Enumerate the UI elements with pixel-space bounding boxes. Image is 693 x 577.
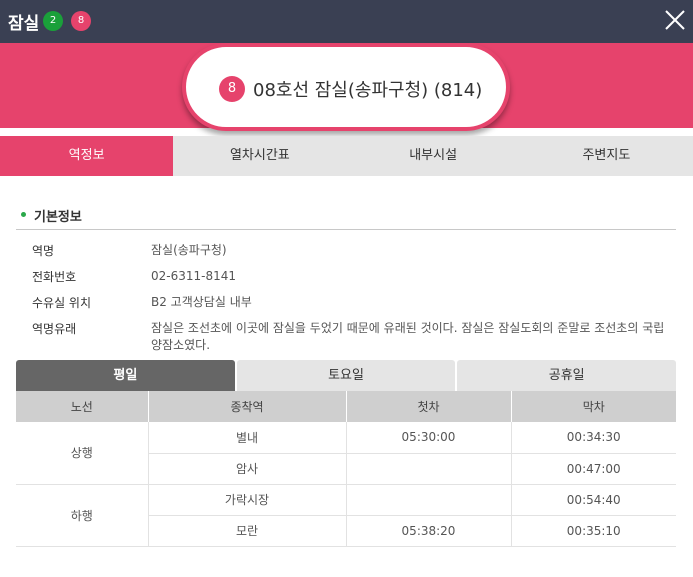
station-header-banner: 8 08호선 잠실(송파구청) (814) (0, 43, 693, 131)
info-row-nursing-room: 수유실 위치 B2 고객상담실 내부 (32, 294, 672, 320)
line-8-badge: 8 (71, 11, 91, 31)
column-header: 노선 (16, 391, 149, 422)
station-title: 잠실 (8, 14, 40, 34)
last-train-cell: 00:54:40 (511, 484, 676, 516)
first-train-cell: 05:38:20 (346, 515, 512, 547)
table-row: 상행 별내 05:30:00 00:34:30 (16, 422, 676, 485)
main-tabs: 역정보 열차시간표 내부시설 주변지도 (0, 136, 693, 176)
terminal-cell: 가락시장 (148, 484, 347, 516)
tab-weekday[interactable]: 평일 (16, 360, 235, 391)
last-train-cell: 00:34:30 (511, 422, 676, 454)
first-train-cell (346, 453, 512, 485)
last-train-cell: 00:47:00 (511, 453, 676, 485)
tab-timetable[interactable]: 열차시간표 (173, 136, 347, 176)
info-value: 02-6311-8141 (151, 269, 237, 283)
direction-cell: 상행 (16, 422, 149, 485)
tab-station-info[interactable]: 역정보 (0, 136, 174, 176)
day-tabs: 평일 토요일 공휴일 (16, 360, 677, 391)
direction-cell: 하행 (16, 484, 149, 547)
column-header: 첫차 (346, 391, 512, 422)
table-header-row: 노선 종착역 첫차 막차 (16, 391, 676, 422)
station-name-pill: 8 08호선 잠실(송파구청) (814) (182, 43, 510, 131)
info-value: B2 고객상담실 내부 (151, 295, 252, 309)
info-list: 역명 잠실(송파구청) 전화번호 02-6311-8141 수유실 위치 B2 … (32, 242, 672, 356)
info-value: 잠실은 조선초에 이곳에 잠실을 두었기 때문에 유래된 것이다. 잠실은 잠실… (151, 321, 665, 352)
column-header: 막차 (511, 391, 676, 422)
tab-saturday[interactable]: 토요일 (236, 360, 456, 391)
info-row-name-origin: 역명유래 잠실은 조선초에 이곳에 잠실을 두었기 때문에 유래된 것이다. 잠… (32, 320, 672, 356)
line-8-badge: 8 (219, 76, 245, 102)
info-label: 전화번호 (32, 270, 77, 284)
line-2-badge: 2 (43, 11, 63, 31)
table-row: 하행 가락시장 00:54:40 (16, 484, 676, 547)
bullet-icon (21, 212, 26, 217)
first-train-cell (346, 484, 512, 516)
station-full-name: 08호선 잠실(송파구청) (814) (253, 80, 483, 101)
section-basic-info: 기본정보 (16, 200, 676, 230)
terminal-cell: 암사 (148, 453, 347, 485)
last-train-cell: 00:35:10 (511, 515, 676, 547)
info-row-name: 역명 잠실(송파구청) (32, 242, 672, 268)
info-label: 역명 (32, 244, 55, 258)
info-value: 잠실(송파구청) (151, 243, 227, 257)
close-icon[interactable] (663, 8, 687, 32)
terminal-cell: 모란 (148, 515, 347, 547)
tab-nearby-map[interactable]: 주변지도 (519, 136, 693, 176)
tab-holiday[interactable]: 공휴일 (457, 360, 677, 391)
info-row-phone: 전화번호 02-6311-8141 (32, 268, 672, 294)
title-bar: 잠실 2 8 (0, 0, 693, 43)
section-title: 기본정보 (34, 210, 82, 225)
timetable: 노선 종착역 첫차 막차 상행 별내 05:30:00 00:34:30 암사 … (16, 391, 676, 547)
column-header: 종착역 (148, 391, 347, 422)
tab-facilities[interactable]: 내부시설 (346, 136, 520, 176)
info-label: 역명유래 (32, 322, 77, 336)
terminal-cell: 별내 (148, 422, 347, 454)
info-label: 수유실 위치 (32, 296, 92, 310)
first-train-cell: 05:30:00 (346, 422, 512, 454)
